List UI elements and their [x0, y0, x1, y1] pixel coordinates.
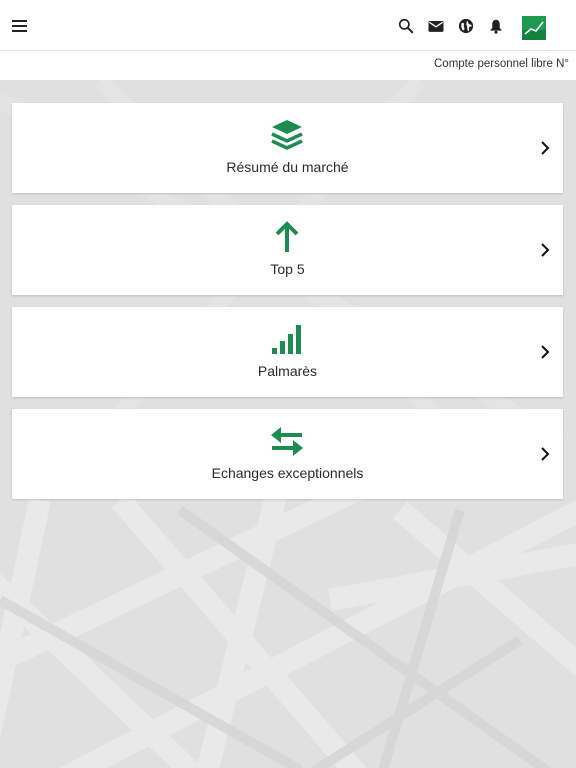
menu-card-label: Echanges exceptionnels — [211, 465, 364, 481]
chart-logo-icon[interactable] — [522, 16, 546, 40]
menu-card-label: Palmarès — [257, 363, 318, 379]
account-bar: Compte personnel libre N° — [0, 51, 576, 80]
menu-card-top-5[interactable]: Top 5 — [12, 205, 563, 295]
chevron-right-icon — [541, 243, 550, 257]
globe-icon[interactable] — [456, 16, 476, 36]
top-app-bar — [0, 0, 576, 51]
hamburger-menu-icon[interactable] — [8, 14, 32, 38]
swap-arrows-icon — [271, 427, 303, 456]
menu-card-echanges-exceptionnels[interactable]: Echanges exceptionnels — [12, 409, 563, 499]
menu-card-palmares[interactable]: Palmarès — [12, 307, 563, 397]
menu-card-label: Top 5 — [270, 261, 305, 277]
signal-bars-icon — [272, 325, 301, 354]
menu-card-label: Résumé du marché — [226, 159, 349, 175]
chevron-right-icon — [541, 345, 550, 359]
search-icon[interactable] — [396, 16, 416, 36]
chevron-right-icon — [541, 447, 550, 461]
account-label: Compte personnel libre N° — [434, 58, 569, 70]
layers-icon — [271, 120, 303, 150]
chevron-right-icon — [541, 141, 550, 155]
menu-card-resume-marche[interactable]: Résumé du marché — [12, 103, 563, 193]
bell-icon[interactable] — [486, 16, 506, 36]
arrow-up-icon — [275, 221, 299, 252]
mail-icon[interactable] — [426, 16, 446, 36]
